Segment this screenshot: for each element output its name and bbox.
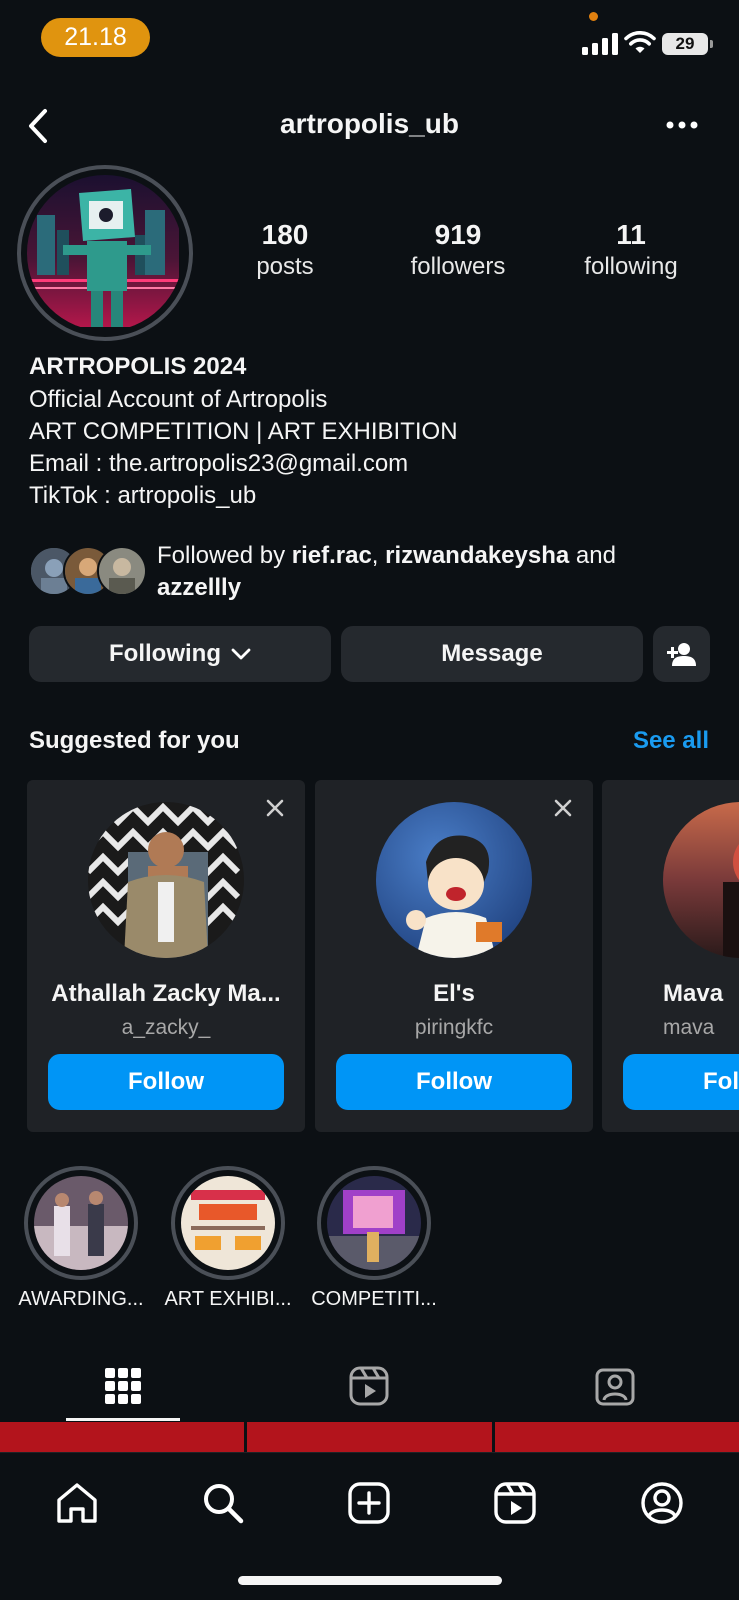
post-thumbnail[interactable] <box>494 1422 739 1452</box>
message-button[interactable]: Message <box>341 626 643 682</box>
highlight-label: AWARDING... <box>18 1288 144 1310</box>
highlight-label: ART EXHIBI... <box>164 1288 292 1310</box>
tab-tagged[interactable] <box>492 1350 738 1422</box>
nav-create-button[interactable] <box>339 1473 399 1533</box>
search-icon <box>204 1484 244 1524</box>
tagged-icon <box>595 1368 635 1406</box>
status-time: 21.18 <box>41 18 150 57</box>
highlight-ring <box>24 1166 138 1280</box>
suggested-card[interactable]: Athallah Zacky Ma... a_zacky_ Follow <box>27 780 305 1132</box>
suggested-avatar[interactable] <box>88 802 244 958</box>
followers-count: 919 <box>434 219 482 250</box>
chevron-down-icon <box>231 648 251 660</box>
followed-user-link[interactable]: rizwandakeysha <box>385 542 569 569</box>
followed-user-link[interactable]: rief.rac <box>292 542 372 569</box>
avatar-image <box>27 175 183 331</box>
message-button-label: Message <box>441 640 543 667</box>
posts-stat[interactable]: 180 posts <box>220 218 350 282</box>
active-tab-indicator <box>66 1418 180 1421</box>
follower-avatar <box>97 546 147 596</box>
followed-by-prefix: Followed by <box>157 542 292 569</box>
following-label: following <box>584 253 678 280</box>
suggested-name: Mava <box>663 980 724 1007</box>
home-icon <box>57 1483 97 1523</box>
suggested-title: Suggested for you <box>29 727 240 754</box>
suggested-username: mava <box>663 1016 715 1039</box>
nav-profile-button[interactable] <box>632 1473 692 1533</box>
home-indicator <box>238 1576 502 1585</box>
status-bar: 21.18 29 <box>0 0 739 80</box>
suggested-name: Athallah Zacky Ma... <box>51 980 281 1007</box>
story-highlight[interactable]: COMPETITI... <box>309 1166 439 1311</box>
story-highlight[interactable]: AWARDING... <box>16 1166 146 1311</box>
post-thumbnail[interactable] <box>0 1422 245 1452</box>
highlight-cover <box>327 1176 421 1270</box>
followed-by-separator: , <box>371 542 386 569</box>
reels-icon <box>349 1366 389 1406</box>
suggested-card[interactable]: El's piringkfc Follow <box>315 780 593 1132</box>
camera-indicator-dot <box>589 12 598 21</box>
close-icon <box>266 799 284 817</box>
followers-label: followers <box>410 253 506 280</box>
dismiss-suggestion-button[interactable] <box>261 794 289 822</box>
following-stat[interactable]: 11 following <box>566 218 696 282</box>
bio-line: TikTok : artropolis_ub <box>29 482 257 509</box>
person-add-icon <box>666 643 696 666</box>
followed-by-text: Followed by rief.rac, rizwandakeysha and… <box>157 540 717 604</box>
suggested-username: piringkfc <box>414 1016 494 1039</box>
signal-icon <box>582 33 618 55</box>
followers-stat[interactable]: 919 followers <box>393 218 523 282</box>
wifi-icon <box>624 31 656 53</box>
post-thumbnail[interactable] <box>247 1422 492 1452</box>
story-highlight[interactable]: ART EXHIBI... <box>163 1166 293 1311</box>
grid-icon <box>105 1368 141 1404</box>
nav-home-button[interactable] <box>47 1473 107 1533</box>
posts-count: 180 <box>261 219 309 250</box>
profile-bio: ARTROPOLIS 2024 Official Account of Artr… <box>29 350 719 512</box>
posts-grid <box>0 1422 739 1452</box>
follow-button[interactable]: Follow <box>336 1054 572 1110</box>
tab-reels[interactable] <box>246 1350 492 1422</box>
profile-display-name: ARTROPOLIS 2024 <box>29 353 247 380</box>
suggested-username: a_zacky_ <box>121 1016 211 1039</box>
nav-reels-button[interactable] <box>485 1473 545 1533</box>
suggested-name: El's <box>433 980 475 1007</box>
highlight-cover <box>34 1176 128 1270</box>
reels-icon <box>494 1482 536 1524</box>
nav-search-button[interactable] <box>193 1473 253 1533</box>
tab-posts[interactable] <box>0 1350 246 1422</box>
follow-button[interactable]: Follow <box>48 1054 284 1110</box>
dismiss-suggestion-button[interactable] <box>549 794 577 822</box>
suggest-people-button[interactable] <box>653 626 710 682</box>
close-icon <box>554 799 572 817</box>
followed-user-link[interactable]: azzellly <box>157 574 241 601</box>
suggested-avatar[interactable] <box>376 802 532 958</box>
see-all-link[interactable]: See all <box>633 727 709 755</box>
followed-by-and: and <box>569 542 616 569</box>
more-horizontal-icon <box>666 121 698 129</box>
bio-line: Email : the.artropolis23@gmail.com <box>29 450 409 477</box>
following-count: 11 <box>616 219 646 250</box>
bio-line: ART COMPETITION | ART EXHIBITION <box>29 418 458 445</box>
following-button[interactable]: Following <box>29 626 331 682</box>
suggested-avatar[interactable] <box>663 802 739 958</box>
following-button-label: Following <box>109 640 221 667</box>
profile-avatar[interactable] <box>17 165 193 341</box>
battery-indicator: 29 <box>662 33 713 55</box>
profile-icon <box>641 1482 683 1524</box>
profile-tabs <box>0 1350 739 1422</box>
suggested-card[interactable]: Mava mava Fol <box>602 780 739 1132</box>
highlight-label: COMPETITI... <box>311 1288 437 1310</box>
highlight-cover <box>181 1176 275 1270</box>
highlight-ring <box>171 1166 285 1280</box>
posts-label: posts <box>256 253 314 280</box>
more-options-button[interactable] <box>660 110 704 140</box>
page-title: artropolis_ub <box>280 108 459 139</box>
profile-header: artropolis_ub <box>0 100 739 152</box>
followed-by-section[interactable]: Followed by rief.rac, rizwandakeysha and… <box>29 540 719 604</box>
bio-line: Official Account of Artropolis <box>29 386 328 413</box>
create-icon <box>348 1482 390 1524</box>
follow-button[interactable]: Fol <box>623 1054 739 1110</box>
highlight-ring <box>317 1166 431 1280</box>
